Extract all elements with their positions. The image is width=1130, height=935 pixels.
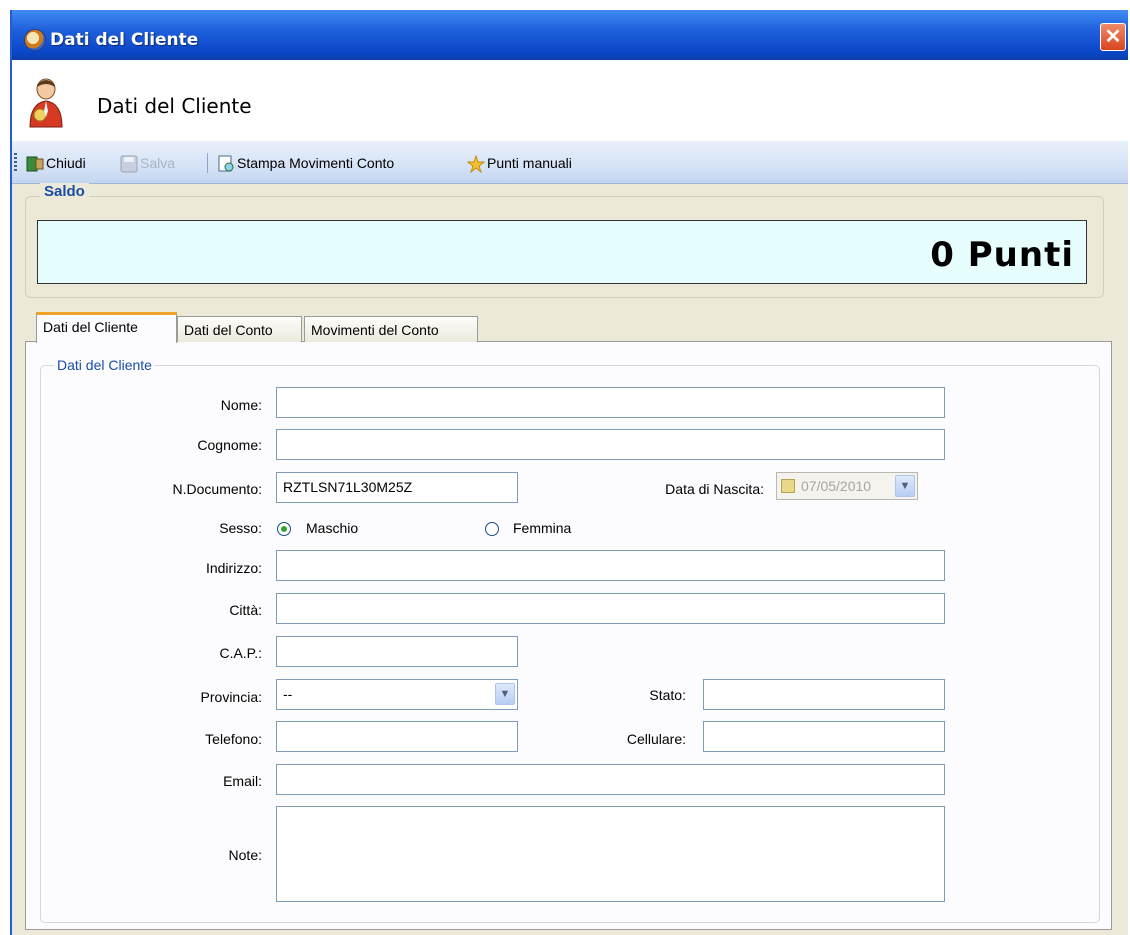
- telefono-label: Telefono:: [205, 731, 262, 747]
- toolbar-separator: [207, 153, 208, 173]
- window-title: Dati del Cliente: [50, 30, 199, 50]
- email-input[interactable]: [276, 764, 945, 795]
- femmina-label: Femmina: [513, 520, 572, 536]
- sesso-label: Sesso:: [219, 520, 262, 536]
- cognome-label: Cognome:: [197, 437, 262, 453]
- provincia-value: --: [283, 686, 293, 702]
- cap-label: C.A.P.:: [219, 645, 262, 661]
- close-label: Chiudi: [46, 155, 86, 171]
- app-icon: [24, 29, 46, 51]
- star-icon: [467, 155, 485, 174]
- data-nascita-label: Data di Nascita:: [665, 481, 764, 497]
- print-movements-button[interactable]: Stampa Movimenti Conto: [217, 153, 394, 175]
- chevron-down-icon[interactable]: ▼: [495, 683, 515, 705]
- title-bar[interactable]: Dati del Cliente ✕: [12, 10, 1128, 60]
- tab-dati-conto[interactable]: Dati del Conto: [177, 316, 302, 342]
- radio-maschio[interactable]: [277, 522, 291, 536]
- balance-label: Saldo: [40, 183, 89, 200]
- cellulare-input[interactable]: [703, 721, 945, 752]
- cellulare-label: Cellulare:: [626, 731, 686, 747]
- data-nascita-picker[interactable]: 07/05/2010 ▼: [776, 472, 918, 500]
- stato-input[interactable]: [703, 679, 945, 710]
- header-panel: Dati del Cliente: [12, 60, 1128, 142]
- balance-value: 0 Punti: [930, 235, 1074, 275]
- calendar-icon: [781, 479, 795, 493]
- telefono-input[interactable]: [276, 721, 518, 752]
- close-window-button[interactable]: ✕: [1100, 23, 1126, 51]
- radio-femmina[interactable]: [485, 522, 499, 536]
- maschio-label: Maschio: [306, 520, 359, 536]
- stato-label: Stato:: [649, 687, 686, 703]
- chevron-down-icon[interactable]: ▼: [895, 475, 915, 497]
- documento-input[interactable]: RZTLSN71L30M25Z: [276, 472, 518, 503]
- documento-label: N.Documento:: [172, 481, 262, 497]
- save-label: Salva: [140, 155, 176, 171]
- email-label: Email:: [223, 773, 262, 789]
- tab-movimenti-conto[interactable]: Movimenti del Conto: [304, 316, 478, 342]
- print-preview-icon: [218, 155, 234, 172]
- header-title: Dati del Cliente: [97, 94, 252, 118]
- client-data-group-label: Dati del Cliente: [54, 357, 155, 373]
- citta-label: Città:: [229, 602, 262, 618]
- note-textarea[interactable]: [276, 806, 945, 902]
- data-nascita-value: 07/05/2010: [801, 478, 872, 494]
- floppy-icon: [120, 155, 138, 173]
- cognome-input[interactable]: [276, 429, 945, 460]
- nome-input[interactable]: [276, 387, 945, 418]
- nome-label: Nome:: [220, 397, 262, 413]
- balance-display: 0 Punti: [37, 220, 1087, 284]
- toolbar-grip[interactable]: [14, 153, 17, 173]
- indirizzo-input[interactable]: [276, 550, 945, 581]
- close-button[interactable]: Chiudi: [26, 153, 86, 175]
- print-movements-label: Stampa Movimenti Conto: [237, 155, 395, 171]
- manual-points-label: Punti manuali: [487, 155, 572, 171]
- citta-input[interactable]: [276, 593, 945, 624]
- exit-icon: [26, 156, 44, 172]
- manual-points-button[interactable]: Punti manuali: [467, 153, 572, 175]
- provincia-select[interactable]: -- ▼: [276, 679, 518, 710]
- toolbar: Chiudi Salva Stampa Movimenti Conto Punt…: [12, 141, 1128, 184]
- cap-input[interactable]: [276, 636, 518, 667]
- provincia-label: Provincia:: [200, 689, 262, 705]
- user-icon: [29, 78, 63, 128]
- note-label: Note:: [228, 847, 262, 863]
- indirizzo-label: Indirizzo:: [205, 560, 262, 576]
- save-button[interactable]: Salva: [120, 153, 175, 175]
- tab-dati-cliente[interactable]: Dati del Cliente: [36, 312, 177, 343]
